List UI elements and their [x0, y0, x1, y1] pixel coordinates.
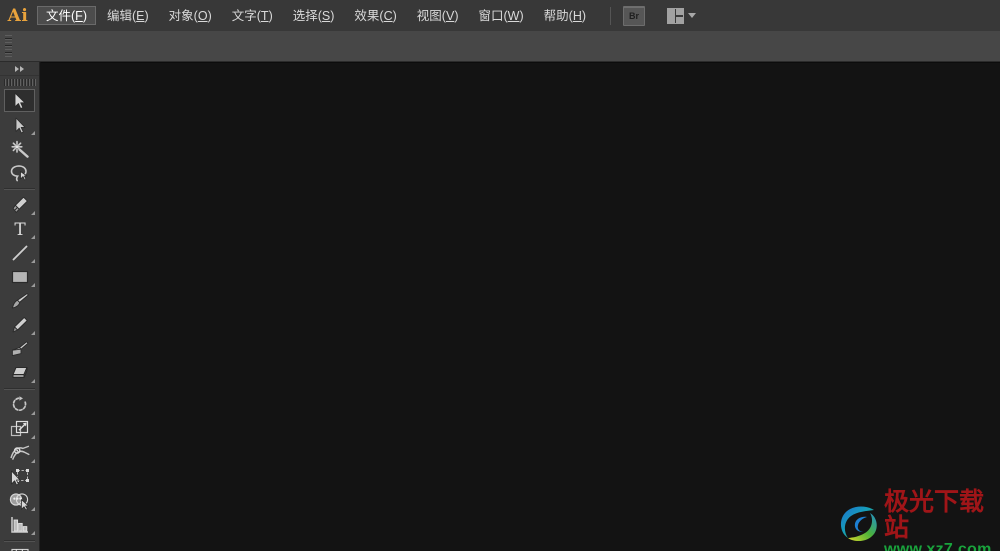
- tool-flyout-indicator[interactable]: [31, 283, 35, 287]
- menu-bar: Ai 文件(F) 编辑(E) 对象(O) 文字(T) 选择(S) 效果(C) 视…: [0, 0, 1000, 32]
- menu-help[interactable]: 帮助(H): [535, 6, 595, 25]
- menu-type[interactable]: 文字(T): [223, 6, 282, 25]
- tool-flyout-indicator[interactable]: [31, 459, 35, 463]
- menu-edit-label: 编辑(E): [106, 9, 149, 23]
- direct-selection-tool[interactable]: [0, 113, 39, 137]
- paintbrush-tool[interactable]: [0, 289, 39, 313]
- tool-flyout-indicator[interactable]: [31, 331, 35, 335]
- toolbar-divider: [4, 388, 35, 390]
- menu-type-label: 文字(T): [231, 9, 273, 23]
- menu-select-label: 选择(S): [292, 9, 335, 23]
- menu-effect-label: 效果(C): [354, 9, 397, 23]
- drag-grip-icon[interactable]: [0, 76, 39, 89]
- toolbar-divider: [4, 540, 35, 542]
- free-transform-tool[interactable]: [0, 465, 39, 489]
- canvas-area[interactable]: [41, 62, 1000, 551]
- rotate-tool[interactable]: [0, 393, 39, 417]
- collapse-double-arrow-icon[interactable]: [0, 62, 39, 76]
- toolbar-divider: [4, 188, 35, 190]
- column-graph-tool[interactable]: [0, 513, 39, 537]
- menu-view-label: 视图(V): [416, 9, 459, 23]
- arrange-documents-control[interactable]: [667, 7, 697, 24]
- menu-help-label: 帮助(H): [543, 9, 587, 23]
- app-logo-icon: Ai: [7, 5, 29, 26]
- svg-text:T: T: [14, 220, 26, 238]
- tool-flyout-indicator[interactable]: [31, 211, 35, 215]
- menu-edit[interactable]: 编辑(E): [98, 6, 158, 25]
- chevron-down-icon[interactable]: [688, 13, 697, 18]
- menu-file[interactable]: 文件(F): [37, 6, 96, 25]
- tool-flyout-indicator[interactable]: [31, 259, 35, 263]
- drag-grip-icon[interactable]: [5, 35, 12, 57]
- eraser-tool[interactable]: [0, 361, 39, 385]
- magic-wand-tool[interactable]: [0, 137, 39, 161]
- arrange-documents-icon[interactable]: [667, 7, 685, 24]
- scale-tool[interactable]: [0, 417, 39, 441]
- tool-flyout-indicator[interactable]: [31, 379, 35, 383]
- control-panel: [0, 31, 1000, 62]
- menu-select[interactable]: 选择(S): [284, 6, 344, 25]
- tool-flyout-indicator[interactable]: [31, 411, 35, 415]
- menu-view[interactable]: 视图(V): [408, 6, 468, 25]
- tool-flyout-indicator[interactable]: [31, 507, 35, 511]
- rectangle-tool[interactable]: [0, 265, 39, 289]
- width-tool[interactable]: [0, 441, 39, 465]
- menu-object-label: 对象(O): [168, 9, 212, 23]
- lasso-tool[interactable]: [0, 161, 39, 185]
- tool-flyout-indicator[interactable]: [31, 531, 35, 535]
- tool-flyout-indicator[interactable]: [31, 131, 35, 135]
- tools-panel: T: [0, 62, 40, 551]
- line-segment-tool[interactable]: [0, 241, 39, 265]
- menu-object[interactable]: 对象(O): [160, 6, 221, 25]
- menu-divider: [610, 6, 612, 25]
- tool-flyout-indicator[interactable]: [31, 235, 35, 239]
- tool-flyout-indicator[interactable]: [31, 435, 35, 439]
- menu-file-label: 文件(F): [46, 9, 87, 23]
- mesh-tool[interactable]: [0, 545, 39, 551]
- bridge-button[interactable]: Br: [623, 5, 646, 26]
- shape-builder-tool[interactable]: [0, 489, 39, 513]
- pen-tool[interactable]: [0, 193, 39, 217]
- selection-tool[interactable]: [0, 89, 39, 113]
- type-tool[interactable]: T: [0, 217, 39, 241]
- menu-effect[interactable]: 效果(C): [345, 6, 405, 25]
- pencil-tool[interactable]: [0, 313, 39, 337]
- menu-window-label: 窗口(W): [478, 9, 524, 23]
- illustrator-window: Ai 文件(F) 编辑(E) 对象(O) 文字(T) 选择(S) 效果(C) 视…: [0, 0, 1000, 551]
- menu-window[interactable]: 窗口(W): [469, 6, 532, 25]
- blob-brush-tool[interactable]: [0, 337, 39, 361]
